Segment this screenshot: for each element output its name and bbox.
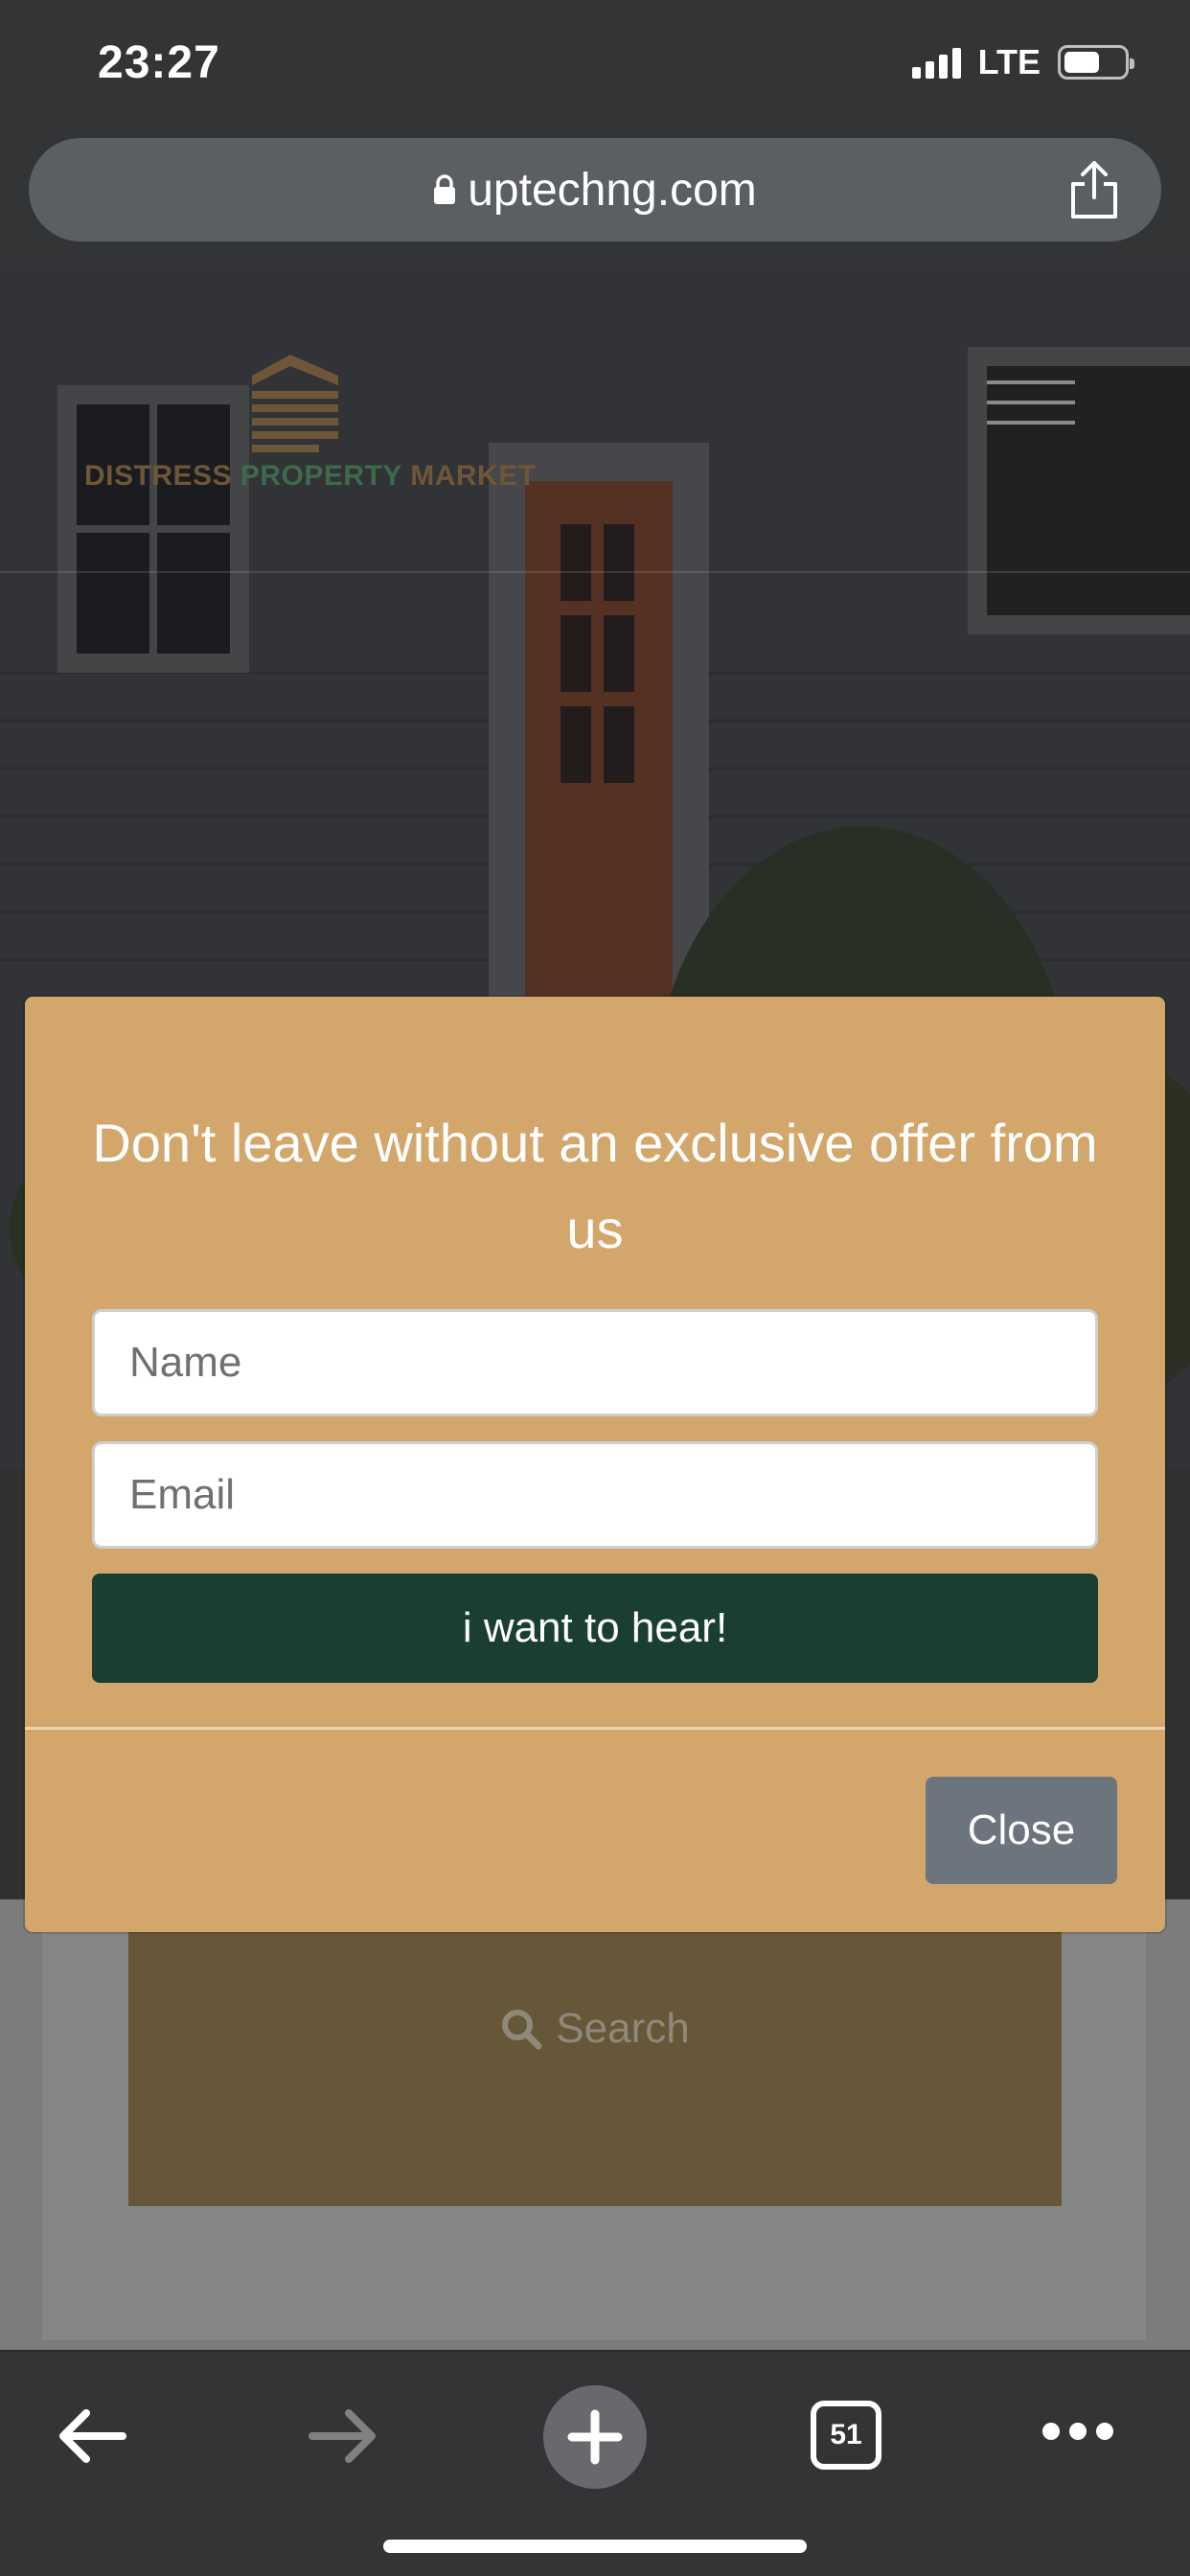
- battery-icon: [1058, 45, 1134, 80]
- modal-title: Don't leave without an exclusive offer f…: [92, 1113, 1098, 1259]
- status-time: 23:27: [98, 37, 220, 88]
- search-button[interactable]: [128, 1899, 1062, 2206]
- url-bar[interactable]: uptechng.com: [29, 138, 1161, 242]
- url-text: uptechng.com: [468, 164, 757, 216]
- name-input[interactable]: Name: [92, 1309, 1098, 1416]
- share-icon[interactable]: [1065, 159, 1123, 220]
- plus-icon: [567, 2409, 623, 2465]
- network-type: LTE: [977, 42, 1041, 81]
- new-tab-button[interactable]: [543, 2385, 647, 2489]
- hamburger-menu-icon[interactable]: [987, 380, 1075, 430]
- exit-offer-modal: Don't leave without an exclusive offer f…: [25, 997, 1165, 1932]
- more-icon[interactable]: [1042, 2423, 1113, 2446]
- home-indicator: [383, 2540, 807, 2553]
- modal-divider: [25, 1727, 1165, 1730]
- email-input[interactable]: Email: [92, 1441, 1098, 1549]
- tabs-icon[interactable]: 51: [811, 2401, 881, 2470]
- close-button[interactable]: Close: [926, 1777, 1117, 1884]
- forward-arrow-icon[interactable]: [305, 2407, 381, 2465]
- submit-button[interactable]: i want to hear!: [92, 1574, 1098, 1683]
- signal-icon: [911, 46, 961, 79]
- back-arrow-icon[interactable]: [54, 2407, 130, 2465]
- search-icon: [502, 2010, 542, 2050]
- search-label: Search: [0, 2005, 1190, 2053]
- status-bar: 23:27 LTE: [0, 0, 1190, 134]
- header-divider: [0, 571, 1190, 573]
- lock-icon: [434, 174, 456, 204]
- site-logo-text: DISTRESS PROPERTY MARKET: [84, 460, 537, 492]
- status-indicators: LTE: [911, 42, 1134, 82]
